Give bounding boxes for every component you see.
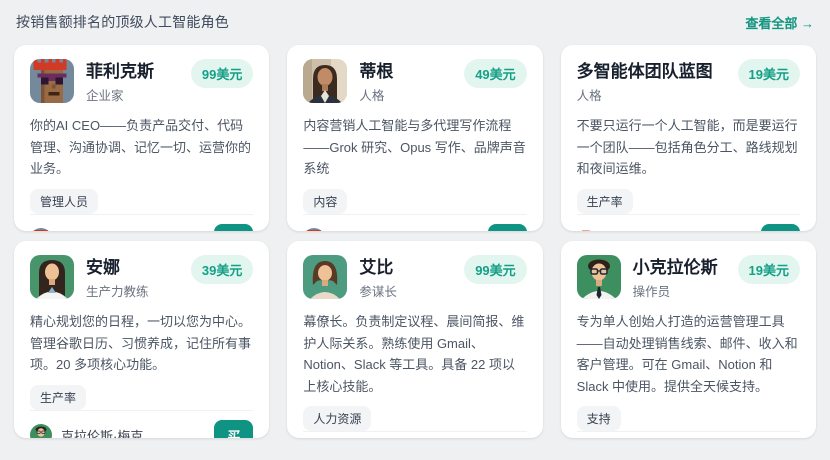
author-felix-avatar-icon xyxy=(303,228,326,231)
agent-name: 蒂根 xyxy=(359,62,394,81)
agent-description: 精心规划您的日程，一切以您为中心。管理谷歌日历、习惯养成，记住所有事项。20 多… xyxy=(30,314,252,373)
price-badge: 99美元 xyxy=(190,59,254,88)
agent-identity: 小克拉伦斯 操作员 xyxy=(633,255,718,300)
agent-identity: 菲利克斯 企业家 xyxy=(86,59,154,104)
card-header: 菲利克斯 企业家 99美元 xyxy=(30,59,254,104)
buy-button[interactable]: 买 xyxy=(214,419,254,438)
price-badge: 99美元 xyxy=(464,255,527,284)
card-footer: 菲利克斯·克拉夫特 买 xyxy=(30,213,254,231)
card-header: 小克拉伦斯 操作员 19美元 xyxy=(576,255,800,300)
category-tag: 生产率 xyxy=(576,188,633,214)
price-badge: 49美元 xyxy=(464,59,527,88)
card-footer: 菲利克斯·克拉夫特 买 xyxy=(303,213,527,231)
agent-description: 不要只运行一个人工智能，而是要运行一个团队——包括角色分工、路线规划和夜间运维。 xyxy=(576,118,798,177)
author-name: 布莱恩·瓦格纳 xyxy=(608,230,690,231)
felix-pixelart-avatar-icon xyxy=(30,59,74,103)
agent-name: 菲利克斯 xyxy=(86,62,154,81)
buy-button[interactable]: 买 xyxy=(487,223,527,231)
author-name: 菲利克斯·克拉夫特 xyxy=(61,230,169,231)
agent-card-felix[interactable]: 菲利克斯 企业家 99美元 你的AI CEO——负责产品交付、代码管理、沟通协调… xyxy=(14,45,270,231)
top-agents-section: 按销售额排名的顶级人工智能角色 查看全部 → 菲利克斯 企业家 99美元 你的A… xyxy=(0,0,830,438)
agent-description: 专为单人创始人打造的运营管理工具——自动处理销售线索、邮件、收入和客户管理。可在… xyxy=(576,314,798,394)
agent-description: 内容营销人工智能与多代理写作流程——Grok 研究、Opus 写作、品牌声音系统 xyxy=(303,118,526,177)
author-clarence-avatar-icon xyxy=(30,424,52,438)
agent-card-team-blueprint[interactable]: 多智能体团队蓝图 人格 19美元 不要只运行一个人工智能，而是要运行一个团队——… xyxy=(560,45,816,231)
price-badge: 39美元 xyxy=(190,255,254,284)
category-tag: 内容 xyxy=(303,188,348,214)
teagan-photo-avatar-icon xyxy=(303,59,348,103)
buy-button[interactable]: 买 xyxy=(760,223,800,231)
agent-role: 参谋长 xyxy=(359,285,397,300)
agent-card-teagan[interactable]: 蒂根 人格 49美元 内容营销人工智能与多代理写作流程——Grok 研究、Opu… xyxy=(287,45,543,231)
category-tag: 管理人员 xyxy=(30,188,99,214)
price-badge: 19美元 xyxy=(737,59,800,88)
section-title: 按销售额排名的顶级人工智能角色 xyxy=(16,14,229,30)
agent-description: 幕僚长。负责制定议程、晨间简报、维护人际关系。熟练使用 Gmail、Notion… xyxy=(303,314,525,394)
buy-button[interactable]: 买 xyxy=(214,223,254,231)
card-header: 蒂根 人格 49美元 xyxy=(303,59,527,104)
abby-cartoon-avatar-icon xyxy=(303,255,348,299)
card-header: 艾比 参谋长 99美元 xyxy=(303,255,527,300)
card-footer: B 布莱恩·瓦格纳 买 xyxy=(576,213,800,231)
price-badge: 19美元 xyxy=(737,255,800,284)
view-all-link[interactable]: 查看全部 → xyxy=(745,13,814,32)
agent-description: 你的AI CEO——负责产品交付、代码管理、沟通协调、记忆一切、运营你的业务。 xyxy=(30,118,252,177)
agent-role: 操作员 xyxy=(632,285,671,300)
agent-identity: 蒂根 人格 xyxy=(359,59,393,104)
card-footer: 克拉伦斯·梅克 买 xyxy=(576,431,800,438)
agent-card-clarence-jr[interactable]: 小克拉伦斯 操作员 19美元 专为单人创始人打造的运营管理工具——自动处理销售线… xyxy=(560,241,816,438)
agent-role: 企业家 xyxy=(86,89,124,104)
agent-role: 生产力教练 xyxy=(86,285,149,300)
agent-card-abby[interactable]: 艾比 参谋长 99美元 幕僚长。负责制定议程、晨间简报、维护人际关系。熟练使用 … xyxy=(287,241,543,438)
anna-cartoon-avatar-icon xyxy=(30,255,74,299)
author-name: 菲利克斯·克拉夫特 xyxy=(334,230,442,231)
author-felix-avatar-icon xyxy=(30,228,52,231)
section-header: 按销售额排名的顶级人工智能角色 查看全部 → xyxy=(14,12,816,45)
card-footer: 克拉伦斯·梅克 买 xyxy=(303,431,527,438)
category-tag: 支持 xyxy=(576,406,621,431)
clarence-cartoon-avatar-icon xyxy=(576,255,621,299)
agent-name: 小克拉伦斯 xyxy=(632,258,718,277)
card-header: 多智能体团队蓝图 人格 19美元 xyxy=(577,59,800,104)
category-tag: 生产率 xyxy=(30,384,87,410)
card-footer: 克拉伦斯·梅克 买 xyxy=(30,409,254,438)
agent-name: 艾比 xyxy=(359,258,394,277)
agent-role: 人格 xyxy=(359,89,385,104)
agent-identity: 多智能体团队蓝图 人格 xyxy=(577,59,713,104)
agent-card-anna[interactable]: 安娜 生产力教练 39美元 精心规划您的日程，一切以您为中心。管理谷歌日历、习惯… xyxy=(14,241,270,438)
agent-name: 多智能体团队蓝图 xyxy=(576,62,713,81)
category-tag: 人力资源 xyxy=(303,406,372,431)
author-name: 克拉伦斯·梅克 xyxy=(61,428,144,438)
agent-identity: 艾比 参谋长 xyxy=(359,255,397,300)
agent-role: 人格 xyxy=(576,89,602,104)
agent-identity: 安娜 生产力教练 xyxy=(86,255,149,300)
card-header: 安娜 生产力教练 39美元 xyxy=(30,255,254,300)
agent-name: 安娜 xyxy=(86,258,120,277)
author-b-logo-icon: B xyxy=(577,228,599,231)
agent-card-grid: 菲利克斯 企业家 99美元 你的AI CEO——负责产品交付、代码管理、沟通协调… xyxy=(14,45,816,438)
